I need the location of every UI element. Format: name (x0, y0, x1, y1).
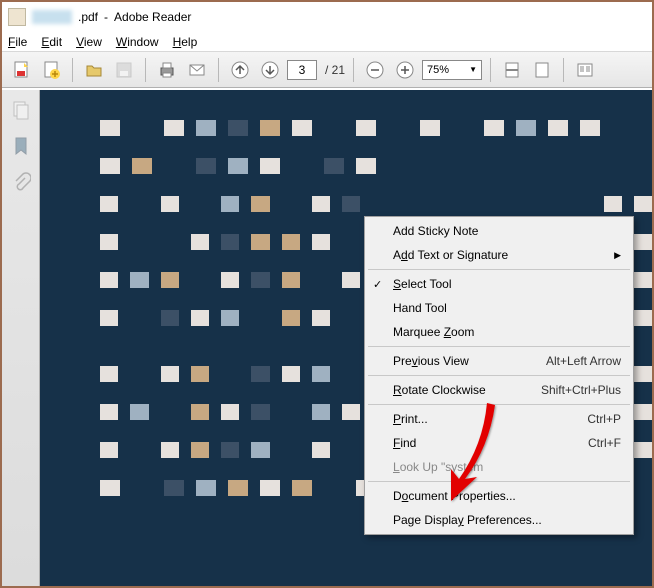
toolbar-separator (72, 58, 73, 82)
export-pdf-button[interactable] (8, 57, 34, 83)
title-sep: - (104, 10, 108, 24)
chevron-right-icon: ▶ (614, 250, 621, 261)
toolbar-separator (563, 58, 564, 82)
toolbar-separator (218, 58, 219, 82)
toolbar-separator (490, 58, 491, 82)
read-mode-button[interactable] (572, 57, 598, 83)
save-button[interactable] (111, 57, 137, 83)
create-pdf-button[interactable] (38, 57, 64, 83)
title-bar: .pdf - Adobe Reader (2, 2, 652, 32)
menu-add-sticky-note[interactable]: Add Sticky Note (367, 219, 631, 243)
toolbar-separator (145, 58, 146, 82)
menu-view[interactable]: View (76, 35, 102, 49)
shortcut-label: Ctrl+F (588, 436, 621, 450)
filename-blur (32, 10, 72, 24)
context-menu: Add Sticky Note Add Text or Signature▶ ✓… (364, 216, 634, 535)
shortcut-label: Ctrl+P (587, 412, 621, 426)
scroll-mode-button[interactable] (499, 57, 525, 83)
menu-page-display-preferences[interactable]: Page Display Preferences... (367, 508, 631, 532)
zoom-in-button[interactable] (392, 57, 418, 83)
shortcut-label: Alt+Left Arrow (546, 354, 621, 368)
page-up-button[interactable] (227, 57, 253, 83)
attachment-icon[interactable] (11, 172, 31, 192)
zoom-out-button[interactable] (362, 57, 388, 83)
menu-select-tool[interactable]: ✓Select Tool (367, 272, 631, 296)
menu-add-text-signature[interactable]: Add Text or Signature▶ (367, 243, 631, 267)
title-filename: .pdf (78, 10, 98, 24)
menu-hand-tool[interactable]: Hand Tool (367, 296, 631, 320)
navigation-panel (2, 90, 40, 586)
zoom-dropdown[interactable]: 75% ▼ (422, 60, 482, 80)
zoom-value: 75% (427, 64, 449, 76)
menu-bar: File Edit View Window Help (2, 32, 652, 52)
menu-file[interactable]: File (8, 35, 27, 49)
fit-page-button[interactable] (529, 57, 555, 83)
menu-marquee-zoom[interactable]: Marquee Zoom (367, 320, 631, 344)
page-number-input[interactable] (287, 60, 317, 80)
toolbar: / 21 75% ▼ (2, 52, 652, 88)
menu-window[interactable]: Window (116, 35, 159, 49)
menu-edit[interactable]: Edit (41, 35, 62, 49)
toolbar-separator (353, 58, 354, 82)
open-button[interactable] (81, 57, 107, 83)
thumbnails-icon[interactable] (11, 100, 31, 120)
menu-previous-view[interactable]: Previous ViewAlt+Left Arrow (367, 349, 631, 373)
menu-find[interactable]: FindCtrl+F (367, 431, 631, 455)
menu-document-properties[interactable]: Document Properties... (367, 484, 631, 508)
menu-help[interactable]: Help (173, 35, 198, 49)
print-button[interactable] (154, 57, 180, 83)
menu-print[interactable]: Print...Ctrl+P (367, 407, 631, 431)
menu-look-up: Look Up "system (367, 455, 631, 479)
title-app: Adobe Reader (114, 10, 191, 24)
menu-rotate-clockwise[interactable]: Rotate ClockwiseShift+Ctrl+Plus (367, 378, 631, 402)
chevron-down-icon: ▼ (469, 65, 477, 74)
document-icon (8, 8, 26, 26)
bookmark-icon[interactable] (11, 136, 31, 156)
page-down-button[interactable] (257, 57, 283, 83)
check-icon: ✓ (373, 278, 382, 291)
shortcut-label: Shift+Ctrl+Plus (541, 383, 621, 397)
email-button[interactable] (184, 57, 210, 83)
page-total: / 21 (325, 63, 345, 77)
